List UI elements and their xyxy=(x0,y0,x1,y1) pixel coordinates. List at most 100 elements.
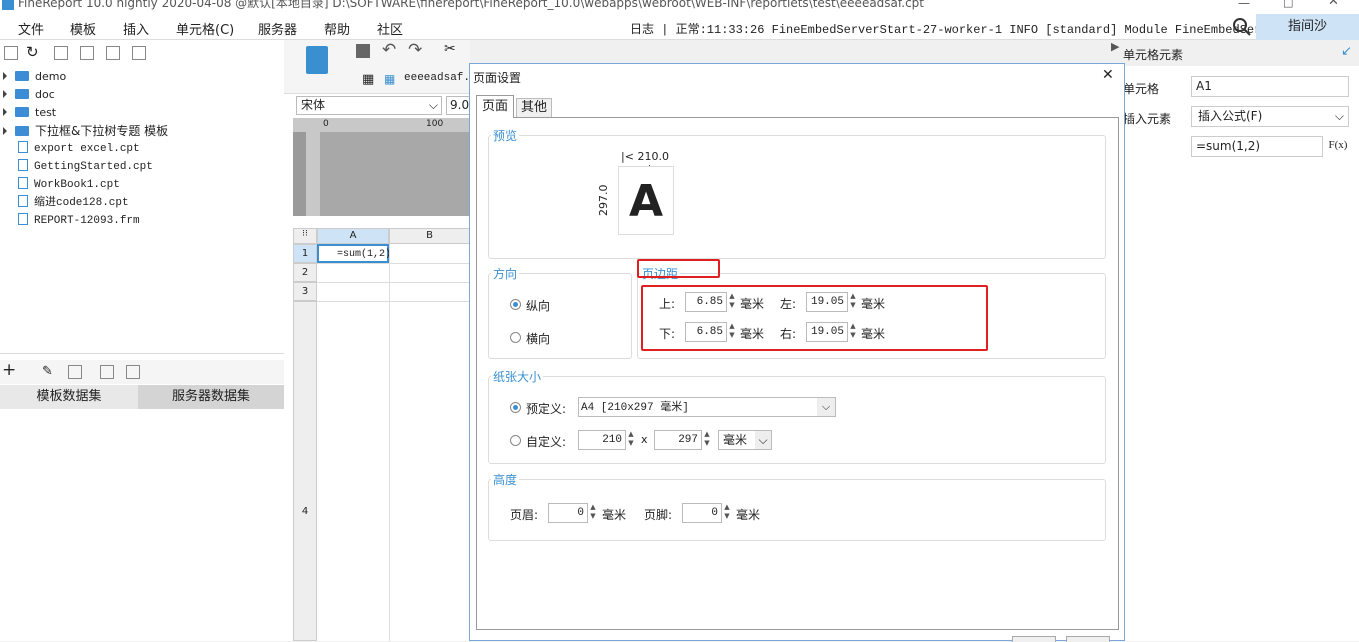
menu-insert[interactable]: 插入 xyxy=(123,19,149,38)
predefined-label: 预定义: xyxy=(526,402,567,416)
formula-editor-button[interactable]: F(x) xyxy=(1327,136,1349,157)
copy-icon[interactable] xyxy=(132,46,146,60)
maximize-icon[interactable]: □ xyxy=(1283,0,1293,8)
pin-icon[interactable]: ↙ xyxy=(1341,44,1352,59)
predefined-radio[interactable] xyxy=(510,402,521,413)
portrait-radio[interactable] xyxy=(510,299,521,310)
tree-folder[interactable]: demo xyxy=(0,68,66,86)
tab-page[interactable]: 页面 xyxy=(476,95,514,118)
refresh-icon[interactable]: ↻ xyxy=(26,43,39,61)
custom-height-stepper[interactable]: ▲ ▼ xyxy=(702,430,712,450)
expand-icon[interactable] xyxy=(3,72,7,80)
dialog-close-icon[interactable]: ✕ xyxy=(1102,67,1114,83)
landscape-radio[interactable] xyxy=(510,332,521,343)
search-icon[interactable] xyxy=(1232,17,1252,37)
footer-height-input[interactable]: 0 xyxy=(682,503,722,523)
row-header[interactable]: 2 xyxy=(293,263,317,282)
custom-radio[interactable] xyxy=(510,435,521,446)
right-margin-input[interactable]: 19.05 xyxy=(806,322,848,342)
user-button[interactable]: 指间沙 xyxy=(1256,14,1359,40)
row-header[interactable]: 1 xyxy=(293,244,317,263)
dataset-settings-icon[interactable] xyxy=(126,365,140,379)
tree-file[interactable]: GettingStarted.cpt xyxy=(0,158,153,176)
top-margin-input[interactable]: 6.85 xyxy=(685,292,727,312)
font-select[interactable]: 宋体 ⌵ xyxy=(296,96,442,115)
save-icon[interactable] xyxy=(356,44,370,58)
cell-name-field[interactable]: A1 xyxy=(1191,76,1349,97)
paper-size-select[interactable]: A4 [210x297 毫米] ⌵ xyxy=(578,397,836,417)
tree-file[interactable]: WorkBook1.cpt xyxy=(0,176,120,194)
menu-server[interactable]: 服务器 xyxy=(258,19,297,38)
bottom-margin-input[interactable]: 6.85 xyxy=(685,322,727,342)
paper-size-label: 纸张大小 xyxy=(491,368,544,385)
tree-file[interactable]: 缩进code128.cpt xyxy=(0,194,129,212)
column-gridline xyxy=(389,244,390,641)
properties-icon[interactable] xyxy=(54,46,68,60)
redo-icon[interactable]: ↷ xyxy=(408,40,422,60)
top-margin-stepper[interactable]: ▲ ▼ xyxy=(727,292,737,312)
left-margin-stepper[interactable]: ▲ ▼ xyxy=(848,292,858,312)
splitter[interactable] xyxy=(0,353,284,359)
header-height-stepper[interactable]: ▲ ▼ xyxy=(588,503,598,523)
formula-field[interactable]: =sum(1,2) xyxy=(1191,136,1323,157)
menu-cell[interactable]: 单元格(C) xyxy=(176,19,234,38)
row-header[interactable]: 3 xyxy=(293,282,317,301)
column-header[interactable]: B xyxy=(389,228,470,244)
expand-icon[interactable] xyxy=(3,127,7,135)
grid-icon[interactable]: ▦ xyxy=(362,72,374,87)
tree-folder[interactable]: test xyxy=(0,104,56,122)
page-preview-area: 0 100 xyxy=(293,118,470,216)
menu-file[interactable]: 文件 xyxy=(18,19,44,38)
preview-icon[interactable] xyxy=(100,365,114,379)
cell-label: 单元格 xyxy=(1123,82,1160,96)
insert-element-select[interactable]: 插入公式(F) ⌵ xyxy=(1191,106,1349,127)
bottom-margin-stepper[interactable]: ▲ ▼ xyxy=(727,322,737,342)
expand-icon[interactable] xyxy=(3,108,7,116)
add-dataset-icon[interactable]: + xyxy=(2,360,16,380)
template-icon[interactable] xyxy=(306,46,328,74)
delete-icon[interactable] xyxy=(106,46,120,60)
cancel-button[interactable] xyxy=(1066,636,1110,642)
ok-button[interactable] xyxy=(1012,636,1056,642)
custom-height-input[interactable]: 297 xyxy=(654,430,702,450)
page-setup-dialog: 页面设置 ✕ 页面 其他 预览 |< 210.0 >| 297.0 A 方向 纵… xyxy=(469,63,1125,642)
tab-server-dataset[interactable]: 服务器数据集 xyxy=(138,385,284,409)
custom-width-stepper[interactable]: ▲ ▼ xyxy=(626,430,636,450)
delete-dataset-icon[interactable] xyxy=(68,365,82,379)
orientation-label: 方向 xyxy=(491,265,520,282)
tab-other[interactable]: 其他 xyxy=(516,98,552,118)
menu-template[interactable]: 模板 xyxy=(70,19,96,38)
close-window-icon[interactable]: ✕ xyxy=(1328,0,1339,8)
tree-file[interactable]: export excel.cpt xyxy=(0,140,140,158)
column-header[interactable]: A xyxy=(317,228,389,244)
font-size-select[interactable]: 9.0 xyxy=(446,96,470,115)
edit-icon[interactable]: ✎ xyxy=(42,364,53,379)
header-height-input[interactable]: 0 xyxy=(548,503,588,523)
folder-icon xyxy=(15,107,29,117)
cut-icon[interactable]: ✂ xyxy=(444,41,456,57)
custom-width-input[interactable]: 210 xyxy=(578,430,626,450)
right-margin-stepper[interactable]: ▲ ▼ xyxy=(848,322,858,342)
tree-file[interactable]: REPORT-12093.frm xyxy=(0,212,140,230)
lock-icon[interactable] xyxy=(80,46,94,60)
left-margin-input[interactable]: 19.05 xyxy=(806,292,848,312)
open-folder-icon[interactable] xyxy=(4,46,18,60)
tree-folder[interactable]: 下拉框&下拉树专题 模板 xyxy=(0,122,168,140)
tree-folder[interactable]: doc xyxy=(0,86,55,104)
unit-select[interactable]: 毫米 ⌵ xyxy=(718,430,772,450)
undo-icon[interactable]: ↶ xyxy=(382,40,396,60)
footer-unit: 毫米 xyxy=(736,508,761,522)
expand-icon[interactable] xyxy=(3,90,7,98)
row-header[interactable]: 4 xyxy=(293,301,317,641)
sheet-icon[interactable]: ▦ xyxy=(384,72,395,86)
cell-a1[interactable]: =sum(1,2) xyxy=(317,244,391,263)
menu-community[interactable]: 社区 xyxy=(377,19,403,38)
margins-label-highlight xyxy=(637,259,720,278)
template-tab[interactable]: eeeeadsaf.c xyxy=(404,72,477,84)
tab-template-dataset[interactable]: 模板数据集 xyxy=(0,385,138,409)
minimize-icon[interactable]: — xyxy=(1238,0,1250,9)
footer-height-stepper[interactable]: ▲ ▼ xyxy=(722,503,732,523)
select-all-corner[interactable]: ⁝⁝ xyxy=(293,228,317,244)
collapse-arrow-icon[interactable]: ▶ xyxy=(1111,40,1119,53)
menu-help[interactable]: 帮助 xyxy=(324,19,350,38)
